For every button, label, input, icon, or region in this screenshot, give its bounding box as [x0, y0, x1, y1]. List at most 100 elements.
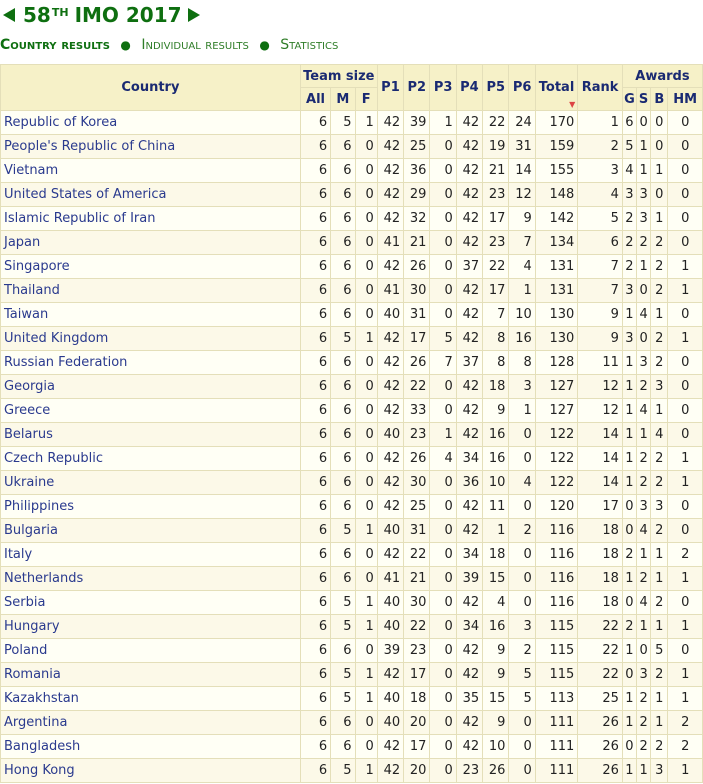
cell-p1: 42: [376, 662, 405, 687]
cell-team-male: 6: [330, 350, 356, 375]
cell-country[interactable]: Kazakhstan: [0, 686, 301, 711]
cell-rank: 26: [577, 734, 623, 759]
cell-country[interactable]: Republic of Korea: [0, 110, 301, 135]
cell-rank: 18: [577, 542, 623, 567]
country-results-table: Country Team size P1 P2 P3 P4 P5 P6 Tota…: [0, 64, 703, 783]
cell-p5: 9: [482, 662, 510, 687]
cell-team-female: 0: [354, 398, 378, 423]
cell-country[interactable]: Singapore: [0, 254, 301, 279]
header-honourable-mention[interactable]: HM: [667, 87, 703, 111]
cell-bronze: 2: [650, 326, 669, 351]
header-p3[interactable]: P3: [429, 64, 457, 111]
cell-team-all: 6: [299, 758, 332, 783]
cell-silver: 1: [636, 158, 652, 183]
cell-team-female: 0: [354, 446, 378, 471]
cell-country[interactable]: United States of America: [0, 182, 301, 207]
header-country[interactable]: Country: [0, 64, 301, 111]
cell-country[interactable]: Hong Kong: [0, 758, 301, 783]
cell-country[interactable]: Netherlands: [0, 566, 301, 591]
cell-rank: 22: [577, 662, 623, 687]
cell-honourable-mention: 0: [667, 638, 703, 663]
cell-country[interactable]: People's Republic of China: [0, 134, 301, 159]
cell-total: 122: [534, 446, 579, 471]
table-row: Hong Kong 6 5 1 42 20 0 23 26 0 111 26 1 1 3 1: [0, 758, 703, 783]
header-p5[interactable]: P5: [482, 64, 510, 111]
header-p4[interactable]: P4: [455, 64, 484, 111]
cell-p3: 0: [429, 734, 457, 759]
cell-p1: 40: [376, 686, 405, 711]
tab-country-results[interactable]: Country results: [0, 37, 110, 53]
cell-country[interactable]: Russian Federation: [0, 350, 301, 375]
cell-country[interactable]: Georgia: [0, 374, 301, 399]
cell-p6: 14: [508, 158, 536, 183]
cell-p1: 42: [376, 110, 405, 135]
cell-p5: 10: [482, 470, 510, 495]
cell-p6: 0: [508, 758, 536, 783]
cell-country[interactable]: Thailand: [0, 278, 301, 303]
cell-country[interactable]: Hungary: [0, 614, 301, 639]
table-row: Bulgaria 6 5 1 40 31 0 42 1 2 116 18 0 4 2 0: [0, 518, 703, 543]
header-bronze[interactable]: B: [650, 87, 669, 111]
tab-individual-results[interactable]: Individual results: [141, 37, 249, 53]
cell-total: 116: [534, 566, 579, 591]
table-row: Belarus 6 6 0 40 23 1 42 16 0 122 14 1 1 4 0: [0, 422, 703, 447]
cell-p2: 18: [403, 686, 431, 711]
cell-p6: 7: [508, 230, 536, 255]
cell-country[interactable]: Islamic Republic of Iran: [0, 206, 301, 231]
cell-country[interactable]: Serbia: [0, 590, 301, 615]
cell-country[interactable]: Taiwan: [0, 302, 301, 327]
table-row: Thailand 6 6 0 41 30 0 42 17 1 131 7 3 0 2 1: [0, 278, 703, 303]
cell-total: 111: [534, 758, 579, 783]
previous-year-arrow-icon[interactable]: [3, 8, 15, 22]
cell-country[interactable]: Czech Republic: [0, 446, 301, 471]
header-total[interactable]: Total ▼: [534, 64, 579, 111]
cell-silver: 3: [636, 350, 652, 375]
cell-p1: 42: [376, 350, 405, 375]
cell-silver: 2: [636, 710, 652, 735]
cell-country[interactable]: Greece: [0, 398, 301, 423]
cell-country[interactable]: Bulgaria: [0, 518, 301, 543]
cell-silver: 1: [636, 422, 652, 447]
cell-team-male: 6: [330, 446, 356, 471]
cell-p4: 34: [455, 614, 484, 639]
header-m[interactable]: M: [330, 87, 356, 111]
header-f[interactable]: F: [354, 87, 378, 111]
cell-p2: 32: [403, 206, 431, 231]
header-gold[interactable]: G: [621, 87, 638, 111]
cell-country[interactable]: Belarus: [0, 422, 301, 447]
cell-country[interactable]: Philippines: [0, 494, 301, 519]
cell-team-male: 6: [330, 206, 356, 231]
cell-team-male: 6: [330, 398, 356, 423]
cell-country[interactable]: Japan: [0, 230, 301, 255]
cell-team-all: 6: [299, 566, 332, 591]
next-year-arrow-icon[interactable]: [187, 8, 200, 22]
cell-p6: 0: [508, 542, 536, 567]
cell-country[interactable]: Italy: [0, 542, 301, 567]
header-rank[interactable]: Rank: [577, 64, 623, 111]
cell-gold: 0: [621, 590, 638, 615]
header-p1[interactable]: P1: [376, 64, 405, 111]
cell-team-male: 6: [330, 134, 356, 159]
cell-country[interactable]: Romania: [0, 662, 301, 687]
cell-bronze: 1: [650, 566, 669, 591]
header-silver[interactable]: S: [636, 87, 652, 111]
cell-p2: 22: [403, 542, 431, 567]
cell-honourable-mention: 2: [667, 710, 703, 735]
cell-country[interactable]: Ukraine: [0, 470, 301, 495]
cell-honourable-mention: 0: [667, 398, 703, 423]
header-p2[interactable]: P2: [403, 64, 431, 111]
header-p6[interactable]: P6: [508, 64, 536, 111]
cell-bronze: 2: [650, 230, 669, 255]
cell-rank: 14: [577, 422, 623, 447]
tab-statistics[interactable]: Statistics: [280, 37, 338, 53]
cell-silver: 1: [636, 758, 652, 783]
cell-country[interactable]: Poland: [0, 638, 301, 663]
cell-total: 131: [534, 278, 579, 303]
cell-country[interactable]: Argentina: [0, 710, 301, 735]
header-all[interactable]: All: [299, 87, 332, 111]
cell-country[interactable]: Bangladesh: [0, 734, 301, 759]
cell-country[interactable]: Vietnam: [0, 158, 301, 183]
cell-country[interactable]: United Kingdom: [0, 326, 301, 351]
cell-team-all: 6: [299, 590, 332, 615]
cell-total: 142: [534, 206, 579, 231]
